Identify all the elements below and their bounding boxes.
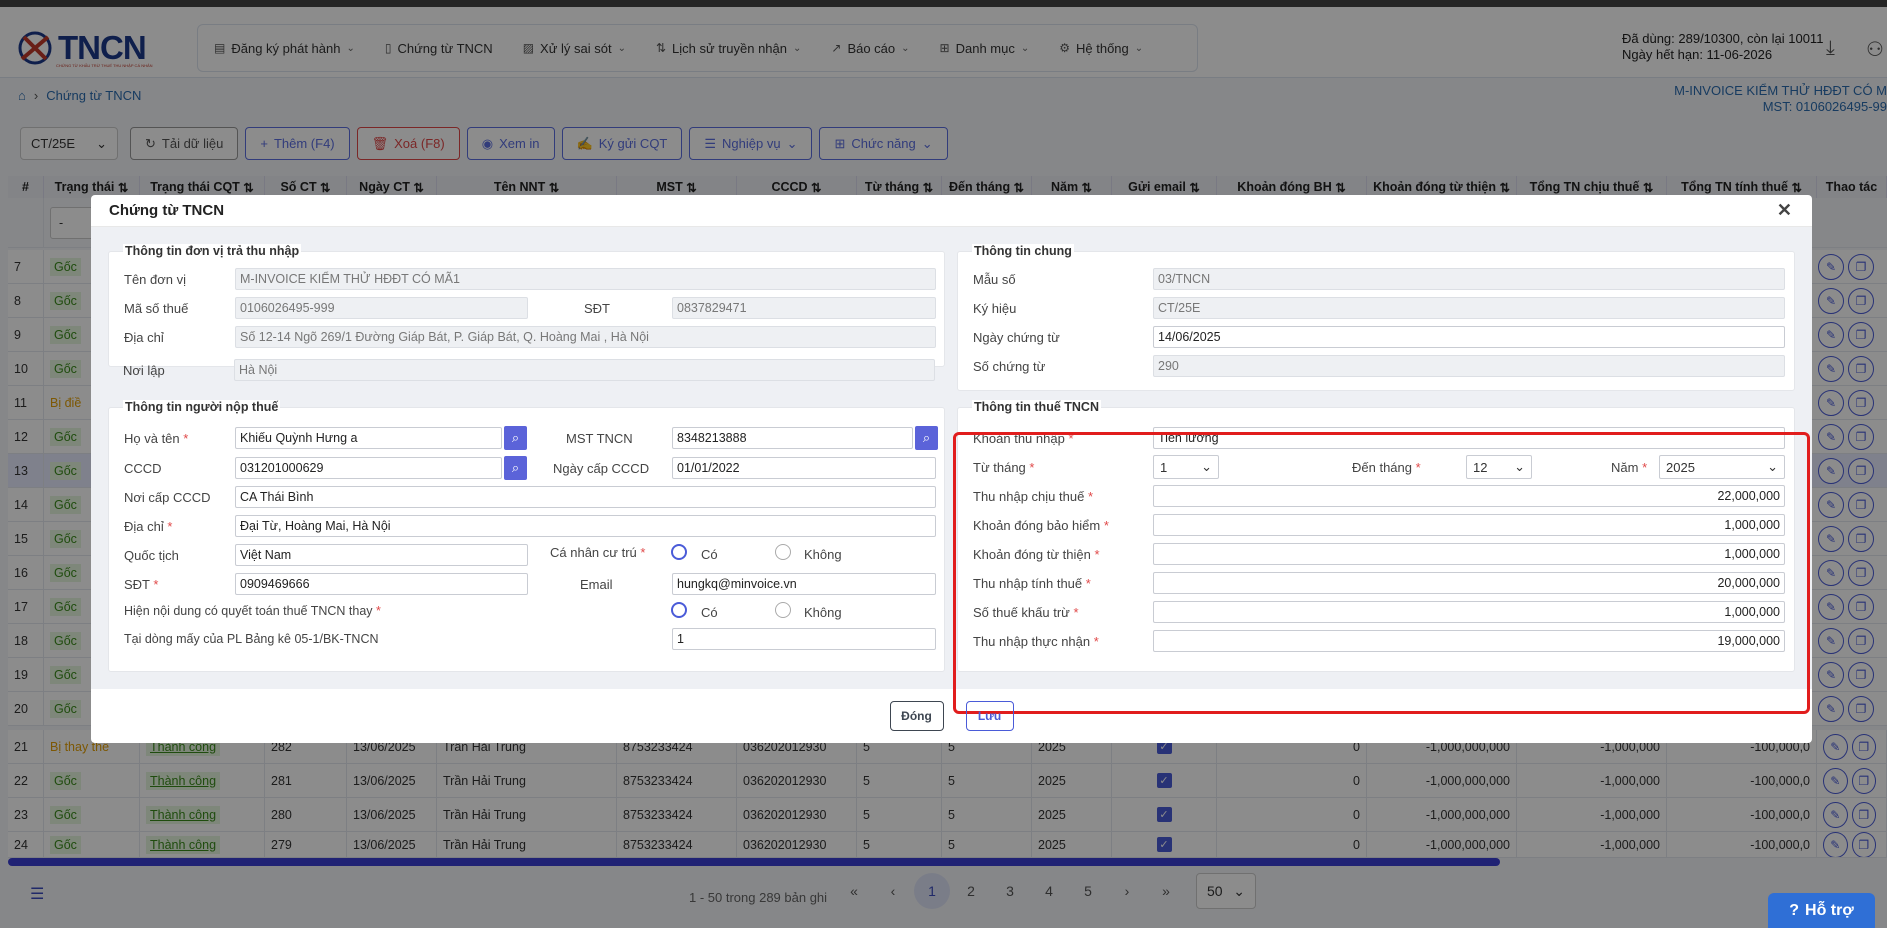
radio-label: Có (701, 605, 718, 620)
radio-label: Không (804, 547, 842, 562)
voucher-dialog: Chứng từ TNCN ✕ Thông tin đơn vị trả thu… (91, 195, 1812, 743)
panel-title: Thông tin thuế TNCN (972, 400, 1101, 414)
field-label: Mẫu số (973, 272, 1016, 287)
payer-panel: Thông tin đơn vị trả thu nhập Tên đơn vị… (108, 244, 945, 367)
field-label: Quốc tịch (124, 548, 179, 563)
taxpayer-email-field[interactable]: hungkq@minvoice.vn (672, 573, 936, 595)
required-mark: * (183, 431, 189, 446)
field-label: SĐT (584, 301, 610, 316)
required-mark: * (376, 604, 381, 618)
field-label: Họ và tên * (124, 431, 188, 446)
field-label: Ngày cấp CCCD (553, 461, 650, 476)
resident-yes-radio[interactable] (671, 544, 687, 560)
field-label: Địa chỉ * (124, 519, 172, 534)
taxpayer-name-field[interactable]: Khiếu Quỳnh Hưng a (235, 427, 502, 449)
field-label: Cá nhân cư trú * (550, 545, 645, 560)
field-label: Mã số thuế (124, 301, 189, 316)
field-label: Ký hiệu (973, 301, 1017, 316)
taxpayer-phone-field[interactable]: 0909469666 (235, 573, 528, 595)
payer-address-field[interactable]: Số 12-14 Ngõ 269/1 Đường Giáp Bát, P. Gi… (235, 326, 936, 348)
close-icon[interactable]: ✕ (1777, 200, 1792, 221)
panel-title: Thông tin chung (972, 244, 1074, 258)
settle-yes-radio[interactable] (671, 602, 687, 618)
dialog-title: Chứng từ TNCN (109, 202, 225, 219)
cccd-date-field[interactable]: 01/01/2022 (672, 457, 936, 479)
field-label: CCCD (124, 461, 162, 476)
field-label: Email (580, 577, 613, 592)
payer-tax-field[interactable]: 0106026495-999 (235, 297, 528, 319)
taxpayer-address-field[interactable]: Đại Từ, Hoàng Mai, Hà Nội (235, 515, 936, 537)
field-label: Số chứng từ (973, 359, 1046, 374)
label-text: Hiện nội dung có quyết toán thuế TNCN th… (124, 604, 373, 618)
radio-label: Không (804, 605, 842, 620)
dialog-body: Thông tin đơn vị trả thu nhập Tên đơn vị… (91, 227, 1812, 714)
general-panel: Thông tin chung Mẫu số 03/TNCN Ký hiệu C… (957, 244, 1795, 391)
payer-phone-field[interactable]: 0837829471 (672, 297, 936, 319)
settle-no-radio[interactable] (775, 602, 791, 618)
close-button[interactable]: Đóng (889, 701, 944, 731)
field-label: MST TNCN (566, 431, 633, 446)
payer-place-field[interactable]: Hà Nội (234, 359, 935, 381)
required-mark: * (167, 519, 173, 534)
label-text: Địa chỉ (124, 519, 164, 534)
dialog-footer: Đóng Lưu (91, 689, 1812, 743)
help-label: Hỗ trợ (1805, 901, 1854, 919)
cccd-place-field[interactable]: CA Thái Bình (235, 486, 936, 508)
field-label: Tên đơn vị (124, 272, 186, 287)
search-icon[interactable]: ⌕ (504, 426, 527, 450)
radio-label: Có (701, 547, 718, 562)
appendix-line-field[interactable]: 1 (672, 628, 936, 650)
search-icon[interactable]: ⌕ (504, 456, 527, 480)
label-text: Họ và tên (124, 431, 180, 446)
field-label: Nơi cấp CCCD (124, 490, 211, 505)
highlight-box (953, 432, 1810, 714)
voucher-number-field[interactable]: 290 (1153, 355, 1785, 377)
resident-no-radio[interactable] (775, 544, 791, 560)
nationality-field[interactable]: Việt Nam (235, 544, 528, 566)
symbol-field[interactable]: CT/25E (1153, 297, 1785, 319)
taxpayer-mst-field[interactable]: 8348213888 (672, 427, 913, 449)
field-label: Tại dòng mấy của PL Bảng kê 05-1/BK-TNCN (124, 632, 379, 646)
field-label: Nơi lập (123, 363, 165, 378)
panel-title: Thông tin đơn vị trả thu nhập (123, 244, 302, 258)
taxpayer-panel: Thông tin người nộp thuế Họ và tên * Khi… (108, 400, 945, 672)
field-label: Ngày chứng từ (973, 330, 1060, 345)
search-icon[interactable]: ⌕ (915, 426, 938, 450)
required-mark: * (640, 545, 646, 560)
form-number-field[interactable]: 03/TNCN (1153, 268, 1785, 290)
field-label: Địa chỉ (124, 330, 164, 345)
help-circle-icon: ? (1789, 901, 1800, 919)
dialog-header: Chứng từ TNCN ✕ (91, 195, 1812, 227)
voucher-date-field[interactable]: 14/06/2025 (1153, 326, 1785, 348)
cccd-field[interactable]: 031201000629 (235, 457, 502, 479)
save-button[interactable]: Lưu (965, 701, 1014, 731)
label-text: Cá nhân cư trú (550, 545, 637, 560)
panel-title: Thông tin người nộp thuế (123, 400, 281, 414)
payer-name-field[interactable]: M-INVOICE KIỂM THỬ HĐĐT CÓ MÃ1 (235, 268, 936, 290)
help-button[interactable]: ? Hỗ trợ (1768, 893, 1875, 928)
field-label: Hiện nội dung có quyết toán thuế TNCN th… (124, 604, 381, 618)
field-label: SĐT * (124, 577, 158, 592)
label-text: SĐT (124, 577, 150, 592)
required-mark: * (153, 577, 159, 592)
